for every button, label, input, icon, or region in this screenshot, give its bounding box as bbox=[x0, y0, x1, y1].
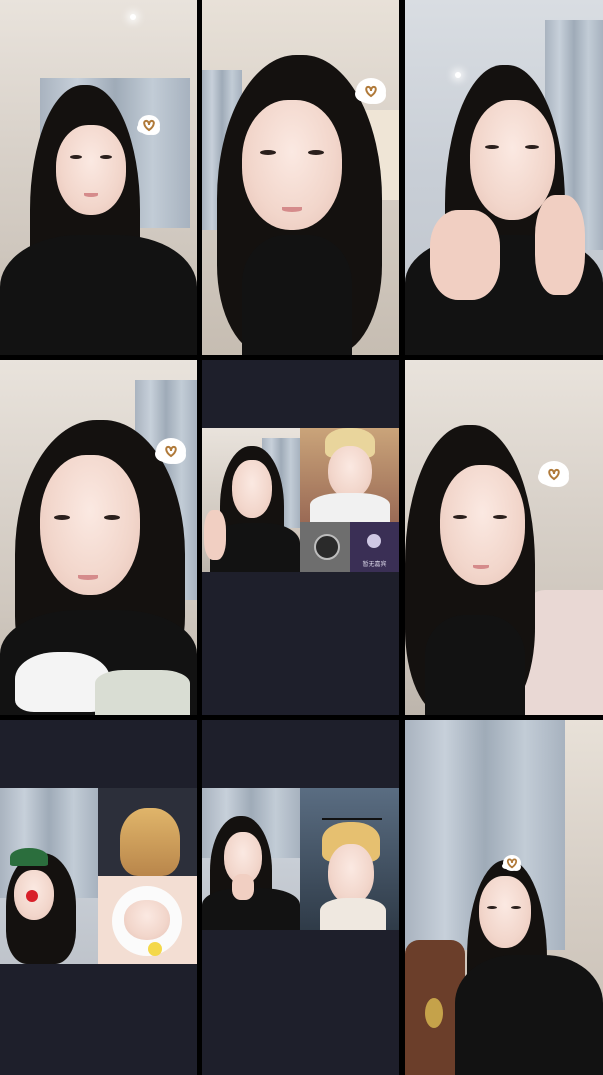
streamer bbox=[405, 425, 603, 715]
streamer bbox=[405, 65, 603, 355]
video-tile-2[interactable] bbox=[202, 0, 399, 355]
call-cell-host[interactable] bbox=[202, 788, 300, 930]
call-cell-host[interactable] bbox=[202, 428, 300, 572]
video-tile-1[interactable] bbox=[0, 0, 197, 355]
video-tile-9[interactable] bbox=[405, 720, 603, 1075]
jester-hat bbox=[10, 848, 48, 866]
pretzel-icon bbox=[541, 463, 567, 485]
blanket bbox=[95, 670, 190, 715]
empty-seat-1[interactable] bbox=[300, 522, 350, 572]
avatar-placeholder-icon bbox=[314, 534, 340, 560]
pk-call-panel[interactable]: 暂无嘉宾 bbox=[202, 360, 399, 715]
pk-call-panel-2[interactable] bbox=[0, 720, 197, 1075]
streamer bbox=[0, 85, 197, 355]
pretzel-icon bbox=[358, 80, 384, 102]
call-cell-guest[interactable] bbox=[98, 788, 197, 876]
pretzel-icon bbox=[140, 117, 158, 133]
flower bbox=[148, 942, 162, 956]
pk-call-panel-3[interactable] bbox=[202, 720, 399, 1075]
call-cell-sheep-avatar[interactable] bbox=[98, 876, 197, 964]
pretzel-icon bbox=[505, 857, 519, 869]
cat-ears bbox=[322, 818, 382, 830]
empty-seat-label: 暂无嘉宾 bbox=[362, 562, 387, 568]
video-tile-4[interactable] bbox=[0, 360, 197, 715]
video-tile-6[interactable] bbox=[405, 360, 603, 715]
user-placeholder-icon bbox=[367, 534, 381, 548]
call-cell-host[interactable] bbox=[0, 788, 98, 964]
chair-ornament-icon bbox=[425, 998, 443, 1028]
pretzel-icon bbox=[158, 440, 184, 462]
video-tile-3[interactable] bbox=[405, 0, 603, 355]
call-cell-guest[interactable] bbox=[300, 428, 399, 522]
clown-nose bbox=[26, 890, 38, 902]
ceiling-light bbox=[130, 14, 136, 20]
streamer bbox=[445, 860, 603, 1075]
empty-seat-2[interactable]: 暂无嘉宾 bbox=[350, 522, 399, 572]
call-cell-guest[interactable] bbox=[300, 788, 399, 930]
